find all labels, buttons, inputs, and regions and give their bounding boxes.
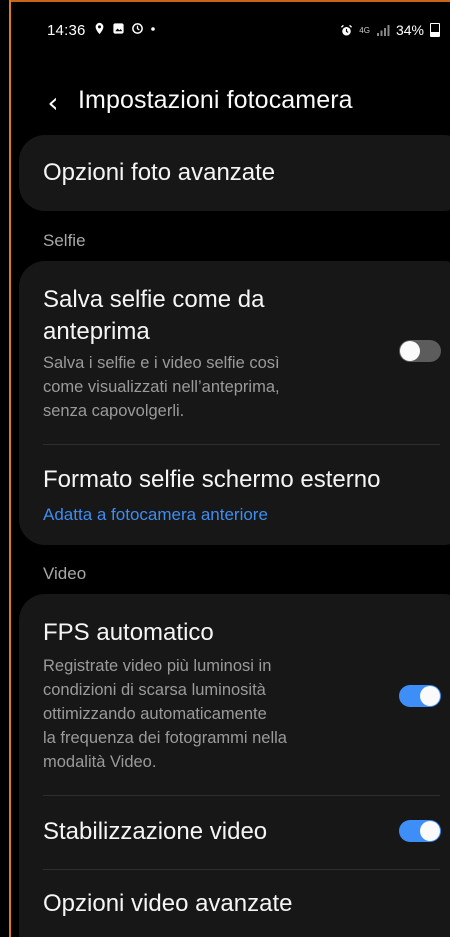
- signal-icon: [376, 24, 390, 36]
- advanced-photo-options-item[interactable]: Opzioni foto avanzate: [19, 135, 450, 211]
- toggle-knob: [400, 341, 420, 361]
- toggle-knob: [420, 686, 440, 706]
- network-type: 4G: [359, 25, 370, 35]
- back-icon[interactable]: ‹: [41, 86, 65, 119]
- window-frame-left: [0, 0, 11, 937]
- auto-fps-desc-line5: modalità Video.: [43, 753, 157, 771]
- sync-icon: [132, 22, 143, 34]
- dot-icon: [151, 27, 155, 31]
- divider: [43, 795, 440, 796]
- save-selfie-desc-line3: senza capovolgerli.: [43, 402, 185, 420]
- auto-fps-desc-line1: Registrate video più luminosi in: [43, 657, 272, 675]
- auto-fps-desc-line4: la frequenza dei fotogrammi nella: [43, 729, 287, 747]
- divider: [43, 869, 440, 870]
- app-header: ‹ Impostazioni fotocamera: [11, 77, 450, 127]
- status-time: 14:36: [47, 22, 86, 39]
- section-header-video: Video: [43, 564, 87, 583]
- save-selfie-title-line1: Salva selfie come da: [43, 286, 265, 313]
- selfie-settings-card: Salva selfie come da anteprima Salva i s…: [19, 261, 450, 545]
- location-icon: [95, 22, 104, 34]
- alarm-icon: [341, 24, 353, 36]
- advanced-video-options-label: Opzioni video avanzate: [43, 890, 293, 917]
- page-title: Impostazioni fotocamera: [78, 86, 353, 114]
- video-settings-card: FPS automatico Registrate video più lumi…: [19, 594, 450, 937]
- cover-screen-format-title: Formato selfie schermo esterno: [43, 466, 381, 493]
- save-selfie-title-line2: anteprima: [43, 318, 150, 345]
- gallery-icon: [113, 22, 124, 34]
- section-header-selfie: Selfie: [43, 231, 86, 250]
- auto-fps-desc-line2: condizioni di scarsa luminosità: [43, 681, 266, 699]
- cover-screen-format-value: Adatta a fotocamera anteriore: [43, 505, 268, 524]
- save-selfie-toggle[interactable]: [399, 340, 441, 362]
- phone-screen: 14:36 4G 34% ‹ Impostazioni fotocamera O…: [11, 2, 450, 937]
- auto-fps-toggle[interactable]: [399, 685, 441, 707]
- video-stabilization-title: Stabilizzazione video: [43, 818, 268, 845]
- video-stabilization-toggle[interactable]: [399, 820, 441, 842]
- save-selfie-desc-line1: Salva i selfie e i video selfie così: [43, 354, 280, 372]
- toggle-knob: [420, 821, 440, 841]
- status-system-icons: 4G 34%: [340, 22, 440, 38]
- status-bar: 14:36 4G 34%: [11, 2, 450, 60]
- status-notification-icons: [93, 21, 156, 35]
- battery-icon: [430, 23, 440, 37]
- battery-level: 34%: [395, 22, 424, 38]
- auto-fps-title: FPS automatico: [43, 619, 214, 646]
- advanced-photo-options-label: Opzioni foto avanzate: [43, 159, 276, 186]
- divider: [43, 444, 440, 445]
- auto-fps-desc-line3: ottimizzando automaticamente: [43, 705, 267, 723]
- save-selfie-desc-line2: come visualizzati nell’anteprima,: [43, 378, 280, 396]
